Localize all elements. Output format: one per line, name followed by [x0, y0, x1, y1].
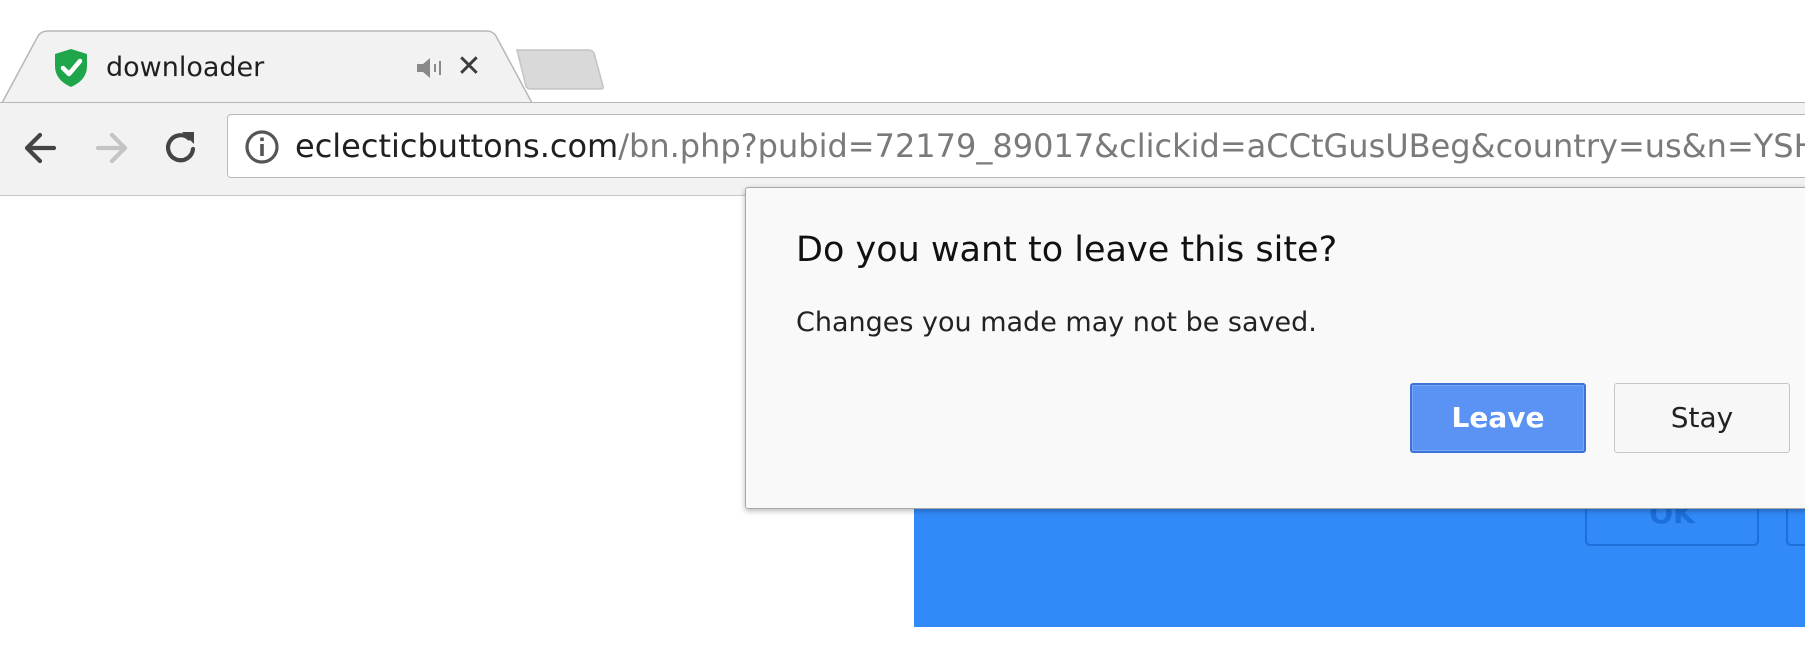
dialog-message: Changes you made may not be saved. [796, 307, 1317, 338]
speaker-icon[interactable] [414, 54, 444, 82]
dialog-title: Do you want to leave this site? [796, 230, 1338, 270]
url-text[interactable]: eclecticbuttons.com/bn.php?pubid=72179_8… [295, 126, 1805, 166]
tab-title: downloader [106, 52, 265, 83]
back-arrow-icon[interactable] [16, 123, 66, 173]
stay-button[interactable]: Stay [1614, 383, 1790, 453]
forward-arrow-icon[interactable] [86, 123, 136, 173]
address-bar[interactable]: eclecticbuttons.com/bn.php?pubid=72179_8… [227, 114, 1805, 178]
new-tab-button[interactable] [515, 48, 605, 90]
leave-site-dialog: Do you want to leave this site? Changes … [745, 187, 1805, 509]
reload-icon[interactable] [156, 123, 206, 173]
shield-check-icon [55, 49, 87, 87]
browser-window: downloader ✕ eclecticbuttons.com/bn.php?… [0, 0, 1805, 647]
info-icon[interactable] [244, 129, 280, 165]
leave-button[interactable]: Leave [1410, 383, 1586, 453]
close-tab-icon[interactable]: ✕ [455, 50, 483, 84]
url-host: eclecticbuttons.com [295, 127, 619, 165]
url-path: /bn.php?pubid=72179_89017&clickid=aCCtGu… [618, 127, 1805, 165]
toolbar: eclecticbuttons.com/bn.php?pubid=72179_8… [0, 103, 1805, 196]
tab-strip: downloader ✕ [0, 0, 1805, 104]
